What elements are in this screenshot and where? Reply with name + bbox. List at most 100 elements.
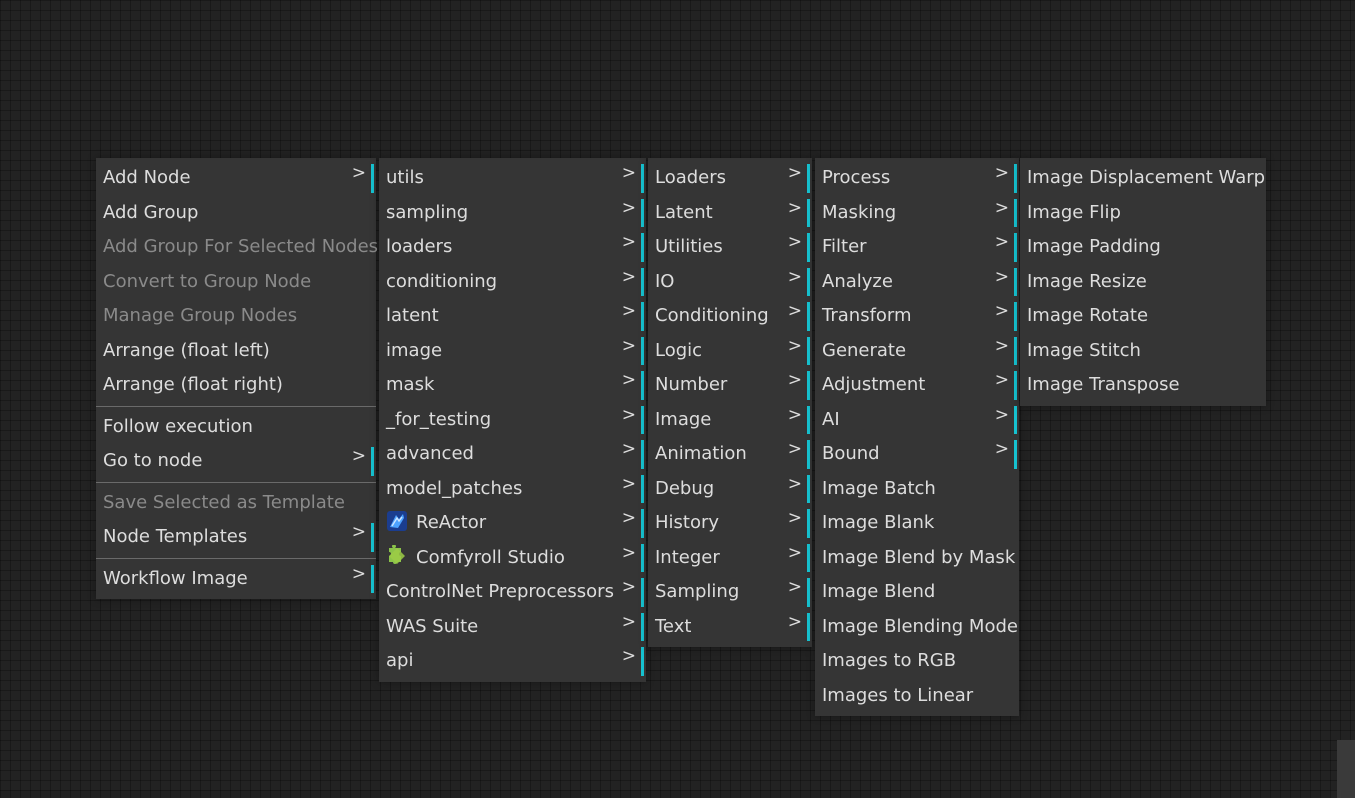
menu-item-node-templates[interactable]: Node Templates > — [96, 520, 376, 555]
menu-item-go-to-node[interactable]: Go to node > — [96, 444, 376, 479]
menu-item-generate[interactable]: Generate > — [815, 334, 1019, 369]
menu-item-image-stitch[interactable]: Image Stitch — [1020, 334, 1266, 369]
submenu-arrow-icon: > — [621, 473, 636, 494]
menu-item-comfyroll-studio[interactable]: Comfyroll Studio > — [379, 541, 646, 576]
submenu-arrow-icon: > — [787, 266, 802, 287]
menu-item-image-blank[interactable]: Image Blank — [815, 506, 1019, 541]
menu-item-image-rotate[interactable]: Image Rotate — [1020, 299, 1266, 334]
puzzle-icon — [386, 543, 408, 567]
transform-menu: Image Displacement Warp Image Flip Image… — [1020, 158, 1266, 406]
menu-item-add-node[interactable]: Add Node > — [96, 161, 376, 196]
menu-item-filter[interactable]: Filter > — [815, 230, 1019, 265]
submenu-arrow-icon: > — [787, 577, 802, 597]
menu-item-masking[interactable]: Masking > — [815, 196, 1019, 231]
menu-item-save-selected-as-template: Save Selected as Template — [103, 491, 345, 513]
submenu-arrow-icon: > — [621, 439, 636, 459]
reactor-icon — [386, 510, 408, 532]
image-category-menu: Process > Masking > Filter > Analyze > Trans… — [815, 158, 1019, 716]
menu-item-advanced[interactable]: advanced > — [379, 437, 646, 472]
submenu-arrow-icon: > — [621, 508, 636, 528]
menu-item-image[interactable]: image > — [379, 334, 646, 369]
menu-item-text[interactable]: Text > — [648, 610, 812, 645]
menu-item-mask[interactable]: mask > — [379, 368, 646, 403]
menu-item-image-displacement-warp[interactable]: Image Displacement Warp — [1020, 161, 1266, 196]
submenu-arrow-icon: > — [621, 370, 636, 390]
menu-item-image-flip[interactable]: Image Flip — [1020, 196, 1266, 231]
submenu-arrow-icon: > — [621, 577, 636, 597]
submenu-arrow-icon: > — [351, 446, 366, 466]
menu-item-add-group-for-selected: Add Group For Selected Nodes — [103, 236, 379, 257]
menu-item-latent[interactable]: latent > — [379, 299, 646, 334]
menu-item-api[interactable]: api > — [379, 644, 646, 679]
menu-item-for-testing[interactable]: _for_testing > — [379, 403, 646, 438]
submenu-arrow-icon: > — [621, 542, 636, 563]
menu-item-images-to-linear[interactable]: Images to Linear — [815, 679, 1019, 714]
submenu-arrow-icon: > — [787, 508, 802, 528]
submenu-arrow-icon: > — [787, 370, 802, 390]
menu-item-reactor[interactable]: ReActor > — [379, 506, 646, 541]
menu-item-arrange-float-left[interactable]: Arrange (float left) — [96, 334, 376, 369]
menu-item-image-padding[interactable]: Image Padding — [1020, 230, 1266, 265]
submenu-arrow-icon: > — [351, 522, 366, 542]
submenu-arrow-icon: > — [621, 266, 636, 287]
menu-item-analyze[interactable]: Analyze > — [815, 265, 1019, 300]
submenu-arrow-icon: > — [621, 646, 636, 666]
menu-item-image-blending-mode[interactable]: Image Blending Mode — [815, 610, 1019, 645]
submenu-arrow-icon: > — [994, 404, 1009, 425]
menu-item-process[interactable]: Process > — [815, 161, 1019, 196]
submenu-arrow-icon: > — [351, 563, 366, 584]
submenu-arrow-icon: > — [994, 197, 1009, 218]
menu-item-conditioning[interactable]: conditioning > — [379, 265, 646, 300]
submenu-arrow-icon: > — [787, 473, 802, 494]
submenu-arrow-icon: > — [351, 163, 366, 183]
was-suite-menu: Loaders > Latent > Utilities > IO > Conditio… — [648, 158, 812, 647]
submenu-arrow-icon: > — [787, 197, 802, 218]
submenu-arrow-icon: > — [994, 163, 1009, 183]
submenu-arrow-icon: > — [787, 404, 802, 425]
submenu-arrow-icon: > — [994, 370, 1009, 390]
menu-item-sampling[interactable]: sampling > — [379, 196, 646, 231]
menu-item-image-transpose[interactable]: Image Transpose — [1020, 368, 1266, 403]
submenu-arrow-icon: > — [787, 301, 802, 321]
menu-item-bound[interactable]: Bound > — [815, 437, 1019, 472]
submenu-arrow-icon: > — [994, 232, 1009, 252]
menu-separator — [96, 557, 376, 559]
submenu-arrow-icon: > — [787, 439, 802, 459]
menu-item-workflow-image[interactable]: Workflow Image > — [96, 562, 376, 597]
submenu-arrow-icon: > — [994, 301, 1009, 321]
menu-item-was-suite[interactable]: WAS Suite > — [379, 610, 646, 645]
submenu-arrow-icon: > — [621, 232, 636, 252]
menu-item-add-group[interactable]: Add Group — [96, 196, 376, 231]
submenu-arrow-icon: > — [621, 163, 636, 183]
submenu-arrow-icon: > — [621, 611, 636, 632]
submenu-arrow-icon: > — [787, 611, 802, 632]
menu-item-follow-execution[interactable]: Follow execution — [96, 410, 376, 445]
menu-item-convert-to-group-node: Convert to Group Node — [103, 270, 312, 292]
menu-item-loaders[interactable]: loaders > — [379, 230, 646, 265]
submenu-arrow-icon: > — [787, 335, 802, 356]
menu-item-utils[interactable]: utils > — [379, 161, 646, 196]
canvas-context-menu: Add Node > Add Group Add Group For Select… — [96, 158, 379, 599]
menu-item-adjustment[interactable]: Adjustment > — [815, 368, 1019, 403]
menu-item-ai[interactable]: AI > — [815, 403, 1019, 438]
menu-item-arrange-float-right[interactable]: Arrange (float right) — [96, 368, 376, 403]
menu-item-manage-group-nodes: Manage Group Nodes — [103, 305, 298, 326]
menu-item-controlnet-preprocessors[interactable]: ControlNet Preprocessors > — [379, 575, 646, 610]
menu-item-model-patches[interactable]: model_patches > — [379, 472, 646, 507]
menu-separator — [96, 405, 376, 407]
submenu-arrow-icon: > — [994, 335, 1009, 356]
menu-item-image-blend-by-mask[interactable]: Image Blend by Mask — [815, 541, 1019, 576]
menu-item-image-batch[interactable]: Image Batch — [815, 472, 1019, 507]
menu-item-transform[interactable]: Transform > — [815, 299, 1019, 334]
submenu-arrow-icon: > — [621, 404, 636, 425]
menu-item-image-resize[interactable]: Image Resize — [1020, 265, 1266, 300]
submenu-arrow-icon: > — [787, 163, 802, 183]
scrollbar-thumb[interactable] — [1337, 740, 1355, 798]
menu-item-images-to-rgb[interactable]: Images to RGB — [815, 644, 1019, 679]
submenu-arrow-icon: > — [994, 439, 1009, 459]
menu-separator — [96, 481, 376, 483]
submenu-arrow-icon: > — [621, 335, 636, 356]
menu-item-image-blend[interactable]: Image Blend — [815, 575, 1019, 610]
submenu-arrow-icon: > — [621, 197, 636, 218]
submenu-arrow-icon: > — [621, 301, 636, 321]
